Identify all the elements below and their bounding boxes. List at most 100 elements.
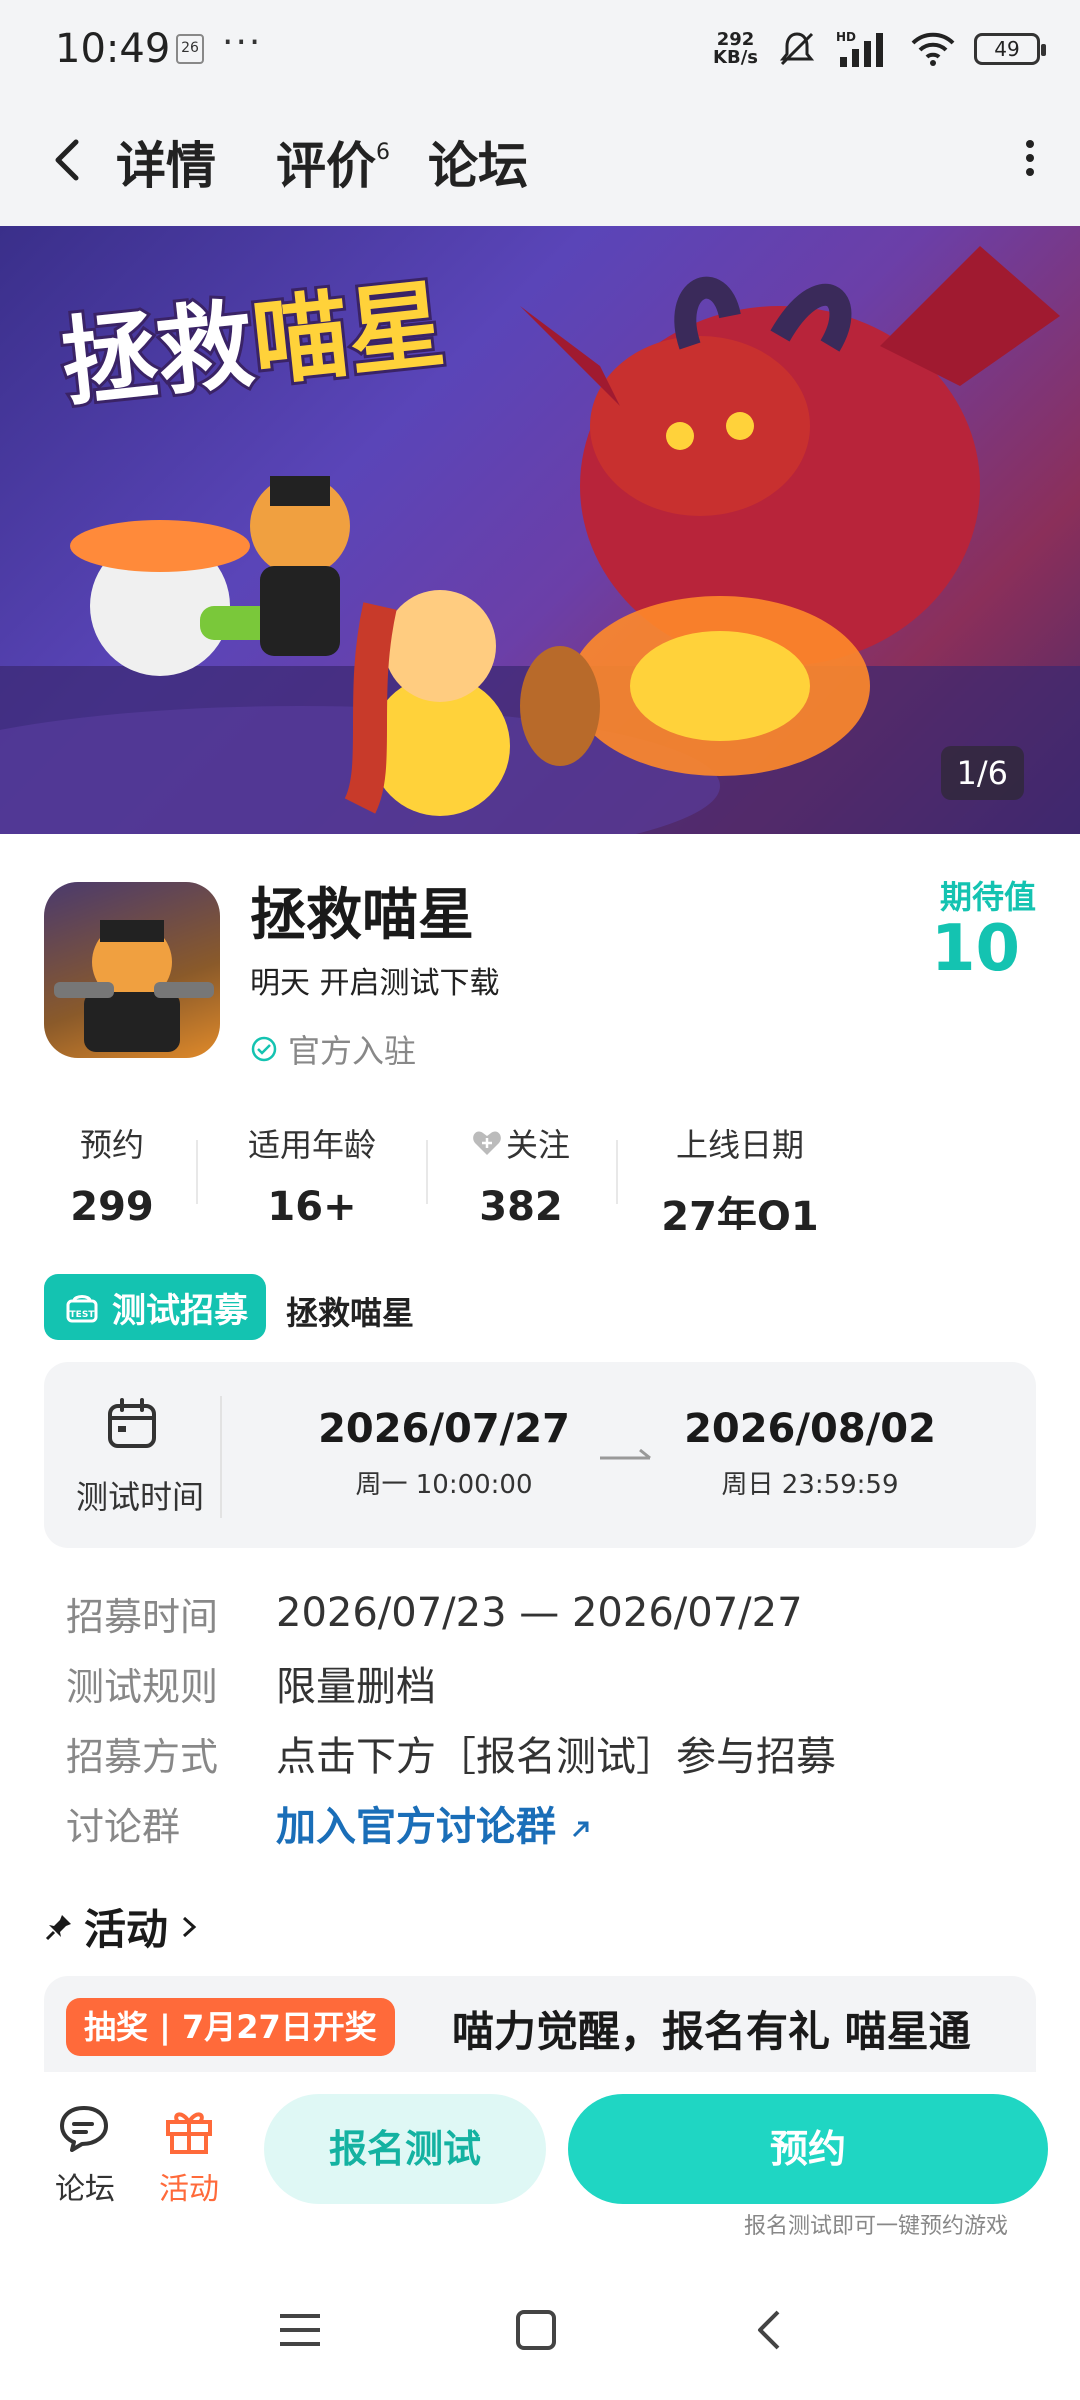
- calendar-icon: [108, 1398, 156, 1448]
- bottom-action-bar: 论坛 活动 报名测试 预约 报名测试即可一键预约游戏: [0, 2072, 1080, 2260]
- stat-label: 上线日期: [675, 1126, 804, 1164]
- bottom-activity-label: 活动: [159, 2172, 219, 2207]
- test-icon: TEST: [66, 1295, 98, 1323]
- tab-review[interactable]: 评价6: [276, 126, 390, 198]
- divider: [220, 1396, 222, 1518]
- pin-icon: [45, 1914, 71, 1940]
- system-nav-bar: [0, 2260, 1080, 2400]
- tab-forum-label: 论坛: [428, 137, 528, 195]
- activity-section-header[interactable]: 活动: [44, 1896, 200, 1957]
- test-end-date: 2026/08/02: [684, 1406, 936, 1452]
- chevron-right-icon: [183, 1916, 197, 1937]
- calendar-icon: 26: [176, 34, 204, 64]
- reserve-hint: 报名测试即可一键预约游戏: [743, 2214, 1008, 2239]
- official-badge-label: 官方入驻: [288, 1032, 417, 1070]
- wifi-icon: [911, 32, 955, 66]
- banner-carousel[interactable]: 拯救喵星 1/6: [0, 226, 1080, 834]
- mute-icon: [779, 32, 815, 66]
- bottom-forum-label: 论坛: [55, 2172, 115, 2207]
- test-end-time: 周日 23:59:59: [721, 1470, 899, 1500]
- game-title: 拯救喵星: [250, 883, 474, 948]
- stat-divider: [616, 1140, 618, 1204]
- info-key: 招募时间: [66, 1594, 219, 1639]
- stat-reservations[interactable]: 预约 299: [52, 1120, 172, 1230]
- more-menu-icon[interactable]: [1020, 134, 1040, 190]
- external-link-icon: [572, 1821, 589, 1838]
- recruit-info: 招募时间 2026/07/23 — 2026/07/27 测试规则 限量删档 招…: [66, 1578, 836, 1858]
- chat-icon: [60, 2106, 108, 2152]
- gift-icon: [166, 2112, 212, 2154]
- arrow-right-icon: [600, 1448, 651, 1460]
- test-start-date: 2026/07/27: [318, 1406, 570, 1452]
- tab-forum[interactable]: 论坛: [428, 126, 528, 198]
- top-nav: 详情 评价6 论坛: [0, 100, 1080, 226]
- info-key: 招募方式: [66, 1734, 219, 1779]
- bottom-forum-button[interactable]: 论坛: [40, 2102, 130, 2208]
- test-recruit-badge: TEST 测试招募: [44, 1274, 266, 1340]
- lottery-tag[interactable]: 抽奖 | 7月27日开奖: [66, 1998, 395, 2056]
- test-time-card: 测试时间 2026/07/27 周一 10:00:00 2026/08/02 周…: [44, 1362, 1036, 1548]
- home-icon[interactable]: [506, 2300, 566, 2360]
- status-bar: 10:49 26 ··· 292 KB/s HD 49: [0, 0, 1080, 100]
- status-time: 10:49: [55, 26, 171, 72]
- bottom-activity-button[interactable]: 活动: [144, 2102, 234, 2208]
- info-key: 讨论群: [66, 1804, 181, 1849]
- official-badge: 官方入驻: [250, 1026, 416, 1072]
- test-start-time: 周一 10:00:00: [355, 1470, 533, 1500]
- stat-followers[interactable]: 关注 382: [456, 1120, 586, 1230]
- stat-divider: [196, 1140, 198, 1204]
- info-value: 点击下方［报名测试］参与招募: [276, 1734, 836, 1780]
- join-group-label: 加入官方讨论群: [276, 1804, 556, 1850]
- back-nav-icon[interactable]: [740, 2300, 800, 2360]
- tab-detail[interactable]: 详情: [116, 126, 216, 206]
- net-speed-unit: KB/s: [713, 47, 758, 68]
- more-notifications-icon: ···: [222, 22, 263, 63]
- test-start: 2026/07/27 周一 10:00:00: [284, 1406, 604, 1501]
- stat-divider: [426, 1140, 428, 1204]
- stat-age-rating[interactable]: 适用年龄 16+: [222, 1120, 402, 1230]
- reserve-button[interactable]: 预约: [568, 2094, 1048, 2204]
- stat-launch-date[interactable]: 上线日期 27年Q1: [640, 1120, 840, 1230]
- signal-hd-label: HD: [836, 30, 856, 44]
- info-row-method: 招募方式 点击下方［报名测试］参与招募: [66, 1718, 836, 1788]
- status-icons: 292 KB/s HD 49: [713, 28, 1046, 70]
- activity-text: 喵力觉醒，报名有礼 喵星通: [452, 2007, 971, 2056]
- test-recruit-badge-label: 测试招募: [112, 1290, 248, 1331]
- stat-value: 27年Q1: [661, 1194, 819, 1230]
- banner-logo-part2: 喵星: [244, 265, 453, 402]
- info-row-rule: 测试规则 限量删档: [66, 1648, 836, 1718]
- info-row-group: 讨论群 加入官方讨论群: [66, 1788, 836, 1858]
- signal-icon: HD: [836, 30, 883, 67]
- banner-logo-part1: 拯救: [53, 285, 262, 422]
- activity-card[interactable]: 抽奖 | 7月27日开奖 喵力觉醒，报名有礼 喵星通: [44, 1976, 1036, 2072]
- back-icon[interactable]: [42, 130, 98, 190]
- signup-test-button[interactable]: 报名测试: [264, 2094, 546, 2204]
- test-time-label: 测试时间: [75, 1478, 204, 1516]
- check-circle-icon: [251, 1036, 277, 1062]
- stat-value: 16+: [267, 1184, 357, 1230]
- activity-section-title: 活动: [84, 1905, 169, 1954]
- review-count: 6: [376, 140, 390, 166]
- stat-label: 预约: [79, 1126, 144, 1164]
- tab-review-label: 评价: [276, 137, 376, 195]
- game-test-status: 明天 开启测试下载: [250, 966, 500, 1001]
- svg-text:TEST: TEST: [70, 1310, 96, 1320]
- banner-page-counter: 1/6: [940, 746, 1024, 800]
- stats-row: 预约 299 适用年龄 16+ 关注 382 上线日期 27年Q1: [0, 1120, 1080, 1230]
- expect-value: 10: [930, 912, 1020, 986]
- stat-label: 关注: [505, 1126, 570, 1164]
- join-group-link[interactable]: 加入官方讨论群: [276, 1794, 592, 1852]
- game-icon: [44, 882, 220, 1058]
- battery-icon: 49: [974, 33, 1046, 65]
- net-speed: 292 KB/s: [713, 31, 758, 67]
- menu-icon[interactable]: [270, 2300, 330, 2360]
- tab-detail-label: 详情: [116, 137, 216, 195]
- stat-label: 适用年龄: [247, 1126, 376, 1164]
- stat-value: 299: [70, 1184, 154, 1230]
- stat-value: 382: [479, 1184, 563, 1230]
- test-end: 2026/08/02 周日 23:59:59: [650, 1406, 970, 1501]
- heart-plus-icon: [473, 1131, 501, 1155]
- recruit-game-name: 拯救喵星: [286, 1294, 415, 1332]
- info-value: 限量删档: [276, 1664, 436, 1710]
- info-key: 测试规则: [66, 1664, 219, 1709]
